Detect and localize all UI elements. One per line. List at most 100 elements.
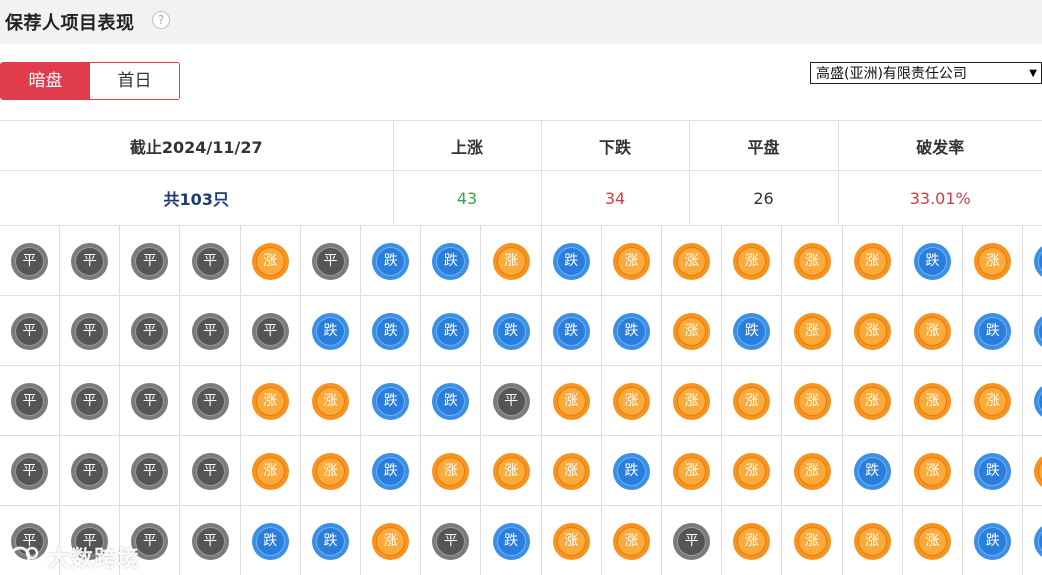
grid-cell[interactable]: 涨	[842, 296, 903, 366]
grid-cell[interactable]: 跌	[421, 366, 482, 436]
grid-cell[interactable]: 涨	[783, 506, 843, 575]
grid-cell[interactable]: 跌	[241, 506, 301, 575]
grid-cell[interactable]: 涨	[782, 436, 843, 506]
grid-cell[interactable]: 涨	[240, 226, 301, 296]
grid-cell[interactable]: 涨	[602, 506, 662, 575]
grid-cell[interactable]: 平	[180, 436, 241, 506]
grid-cell[interactable]: 涨	[903, 506, 963, 575]
grid-cell[interactable]: 平	[120, 366, 181, 436]
grid-cell[interactable]: 跌	[722, 296, 783, 366]
grid-cell[interactable]: 跌	[963, 296, 1024, 366]
grid-cell[interactable]: 平	[60, 366, 121, 436]
grid-cell[interactable]: 涨	[541, 366, 602, 436]
grid-cell[interactable]: 跌	[361, 366, 422, 436]
grid-cell[interactable]: 涨	[903, 436, 963, 506]
result-label: 涨	[978, 247, 1008, 276]
grid-cell[interactable]: 涨	[722, 436, 783, 506]
grid-cell[interactable]: 平	[662, 506, 723, 575]
grid-cell[interactable]: 跌	[1023, 366, 1042, 436]
result-label: 涨	[316, 457, 345, 486]
grid-cell[interactable]: 跌	[602, 296, 662, 366]
grid-cell[interactable]: 涨	[542, 506, 602, 575]
grid-cell[interactable]: 跌	[361, 296, 422, 366]
grid-cell[interactable]: 涨	[240, 436, 301, 506]
grid-cell[interactable]: 涨	[782, 226, 843, 296]
result-up-icon: 涨	[492, 243, 530, 280]
grid-cell[interactable]: 跌	[1023, 296, 1042, 366]
grid-cell[interactable]: 涨	[903, 296, 963, 366]
grid-cell[interactable]: 跌	[361, 226, 422, 296]
help-icon[interactable]: ?	[152, 11, 170, 29]
grid-cell[interactable]: 涨	[782, 366, 843, 436]
grid-cell[interactable]: 平	[301, 226, 361, 296]
grid-cell[interactable]: 跌	[842, 436, 903, 506]
grid-cell[interactable]: 涨	[240, 366, 301, 436]
grid-cell[interactable]: 平	[181, 506, 241, 575]
grid-cell[interactable]: 涨	[481, 436, 542, 506]
grid-cell[interactable]: 跌	[1023, 226, 1042, 296]
grid-cell[interactable]: 涨	[541, 436, 602, 506]
grid-cell[interactable]: 涨	[843, 506, 903, 575]
grid-cell[interactable]: 平	[180, 226, 241, 296]
grid-cell[interactable]: 跌	[903, 226, 963, 296]
grid-cell[interactable]: 平	[60, 226, 121, 296]
grid-cell[interactable]: 涨	[421, 436, 482, 506]
grid-cell[interactable]: 涨	[662, 226, 723, 296]
grid-cell[interactable]: 跌	[361, 436, 422, 506]
grid-cell[interactable]: 跌	[963, 506, 1024, 575]
grid-cell[interactable]: 涨	[602, 366, 662, 436]
grid-cell[interactable]: 跌	[1023, 506, 1042, 575]
sponsor-select[interactable]: 高盛(亚洲)有限责任公司 ▼	[810, 62, 1042, 84]
result-label: 涨	[918, 457, 947, 486]
grid-cell[interactable]: 平	[60, 436, 121, 506]
grid-cell[interactable]: 平	[0, 296, 60, 366]
grid-cell[interactable]: 涨	[662, 366, 723, 436]
grid-cell[interactable]: 涨	[963, 226, 1024, 296]
grid-cell[interactable]: 平	[120, 226, 181, 296]
grid-cell[interactable]: 平	[240, 296, 301, 366]
grid-cell[interactable]: 涨	[662, 436, 723, 506]
grid-cell[interactable]: 涨	[602, 226, 662, 296]
tab-dark-market[interactable]: 暗盘	[1, 63, 90, 99]
grid-cell[interactable]: 平	[180, 296, 241, 366]
grid-cell[interactable]: 平	[421, 506, 482, 575]
grid-cell[interactable]: 涨	[963, 366, 1024, 436]
grid-cell[interactable]: 跌	[482, 506, 542, 575]
grid-cell[interactable]: 跌	[963, 436, 1024, 506]
grid-cell[interactable]: 跌	[541, 226, 602, 296]
grid-cell[interactable]: 涨	[1023, 436, 1042, 506]
grid-cell[interactable]: 涨	[301, 366, 361, 436]
grid-cell[interactable]: 涨	[722, 506, 783, 575]
grid-cell[interactable]: 平	[0, 366, 60, 436]
grid-cell[interactable]: 跌	[602, 436, 662, 506]
grid-cell[interactable]: 平	[0, 226, 60, 296]
grid-cell[interactable]: 跌	[481, 296, 542, 366]
grid-cell[interactable]: 涨	[842, 226, 903, 296]
grid-cell[interactable]: 跌	[421, 296, 482, 366]
grid-cell[interactable]: 平	[60, 296, 121, 366]
grid-cell[interactable]: 涨	[722, 366, 783, 436]
result-up-icon: 涨	[251, 453, 289, 490]
grid-cell[interactable]: 涨	[782, 296, 843, 366]
grid-cell[interactable]: 跌	[541, 296, 602, 366]
summary-header-date: 截止2024/11/27	[0, 120, 394, 171]
grid-cell[interactable]: 涨	[662, 296, 723, 366]
grid-cell[interactable]: 涨	[361, 506, 422, 575]
grid-cell[interactable]: 涨	[903, 366, 963, 436]
tab-first-day[interactable]: 首日	[90, 63, 179, 99]
grid-cell[interactable]: 平	[481, 366, 542, 436]
grid-cell[interactable]: 平	[120, 436, 181, 506]
result-down-icon: 跌	[613, 313, 650, 350]
grid-cell[interactable]: 涨	[842, 366, 903, 436]
result-label: 涨	[797, 387, 827, 416]
grid-cell[interactable]: 跌	[301, 506, 361, 575]
grid-cell[interactable]: 平	[120, 296, 181, 366]
grid-cell[interactable]: 跌	[301, 296, 361, 366]
grid-cell[interactable]: 平	[180, 366, 241, 436]
grid-cell[interactable]: 涨	[481, 226, 542, 296]
grid-cell[interactable]: 跌	[421, 226, 482, 296]
result-up-icon: 涨	[853, 243, 891, 280]
grid-cell[interactable]: 涨	[301, 436, 361, 506]
grid-cell[interactable]: 平	[0, 436, 60, 506]
grid-cell[interactable]: 涨	[722, 226, 783, 296]
